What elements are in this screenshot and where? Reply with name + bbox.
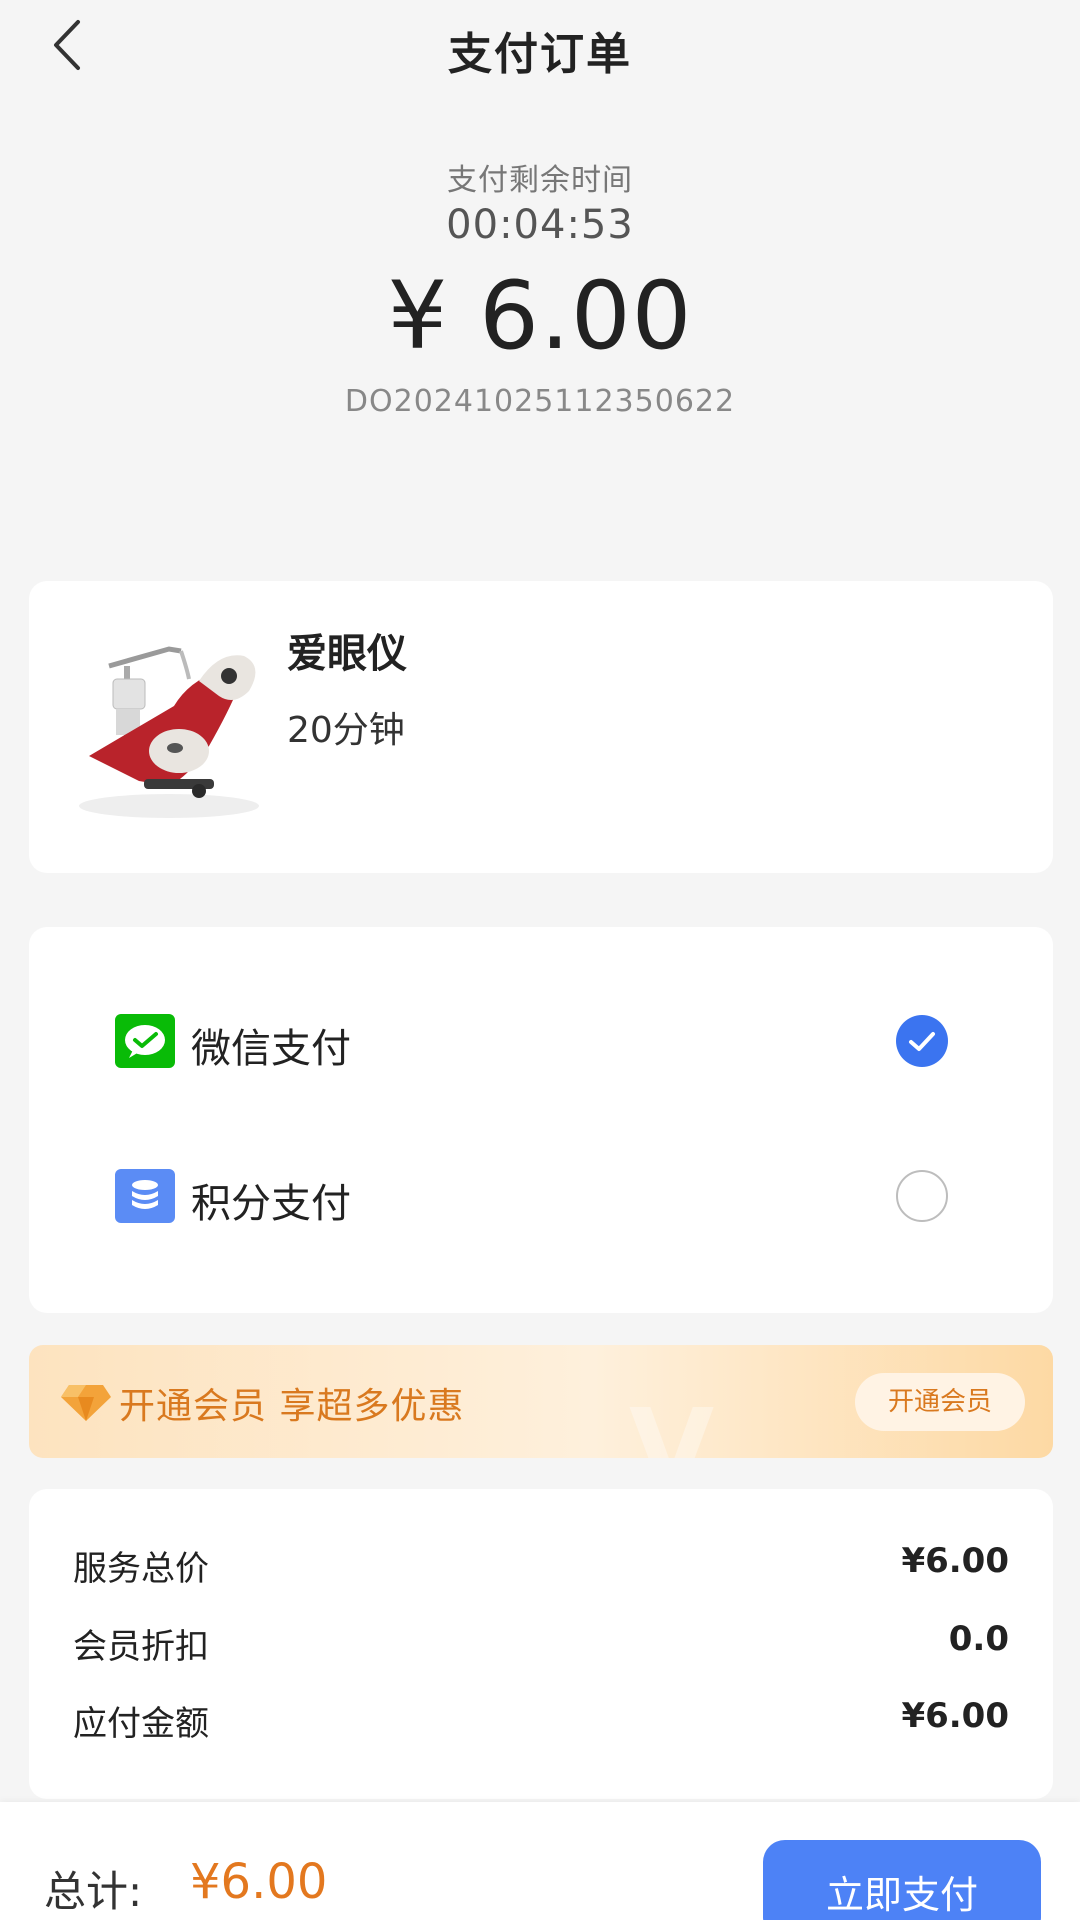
summary-value: 0.0: [948, 1619, 1009, 1659]
product-name: 爱眼仪: [287, 631, 407, 677]
price-summary-card: 服务总价 ¥6.00 会员折扣 0.0 应付金额 ¥6.00: [29, 1489, 1053, 1799]
summary-label: 应付金额: [73, 1704, 209, 1744]
summary-label: 服务总价: [73, 1549, 209, 1589]
payment-option-label: 微信支付: [191, 1026, 351, 1072]
page-title: 支付订单: [448, 29, 632, 80]
membership-banner[interactable]: V 开通会员 享超多优惠 开通会员: [29, 1345, 1053, 1458]
pay-now-button[interactable]: 立即支付: [763, 1840, 1041, 1920]
payment-option-label: 积分支付: [191, 1181, 351, 1227]
total-value: ¥6.00: [190, 1854, 328, 1910]
payment-order-page: 支付订单 支付剩余时间 00:04:53 ¥ 6.00 DO2024102511…: [0, 0, 1080, 1920]
summary-value: ¥6.00: [901, 1696, 1009, 1736]
open-membership-button[interactable]: 开通会员: [855, 1373, 1025, 1431]
header: 支付订单: [0, 0, 1080, 100]
eye-care-massage-chair-image: [69, 611, 279, 831]
summary-label: 会员折扣: [73, 1627, 209, 1667]
summary-value: ¥6.00: [901, 1541, 1009, 1581]
payment-option-points[interactable]: 积分支付: [29, 1142, 1053, 1252]
radio-checked-icon[interactable]: [896, 1015, 948, 1067]
wechat-pay-icon: [115, 1014, 175, 1068]
membership-promo-text: 开通会员 享超多优惠: [119, 1386, 465, 1427]
order-number: DO20241025112350622: [344, 384, 736, 419]
payment-methods-card: 微信支付 积分支付: [29, 927, 1053, 1313]
total-label: 总计:: [44, 1867, 143, 1916]
payment-amount: ¥ 6.00: [387, 262, 693, 371]
countdown-label: 支付剩余时间: [447, 163, 633, 198]
countdown-timer: 00:04:53: [446, 202, 634, 248]
banner-decoration: V: [629, 1385, 715, 1458]
diamond-icon: [59, 1377, 113, 1425]
product-card: 爱眼仪 20分钟: [29, 581, 1053, 873]
bottom-bar: 总计: ¥6.00 立即支付: [0, 1802, 1080, 1920]
radio-unchecked-icon[interactable]: [896, 1170, 948, 1222]
points-coin-icon: [115, 1169, 175, 1223]
product-duration: 20分钟: [287, 710, 405, 751]
payment-option-wechat[interactable]: 微信支付: [29, 987, 1053, 1097]
